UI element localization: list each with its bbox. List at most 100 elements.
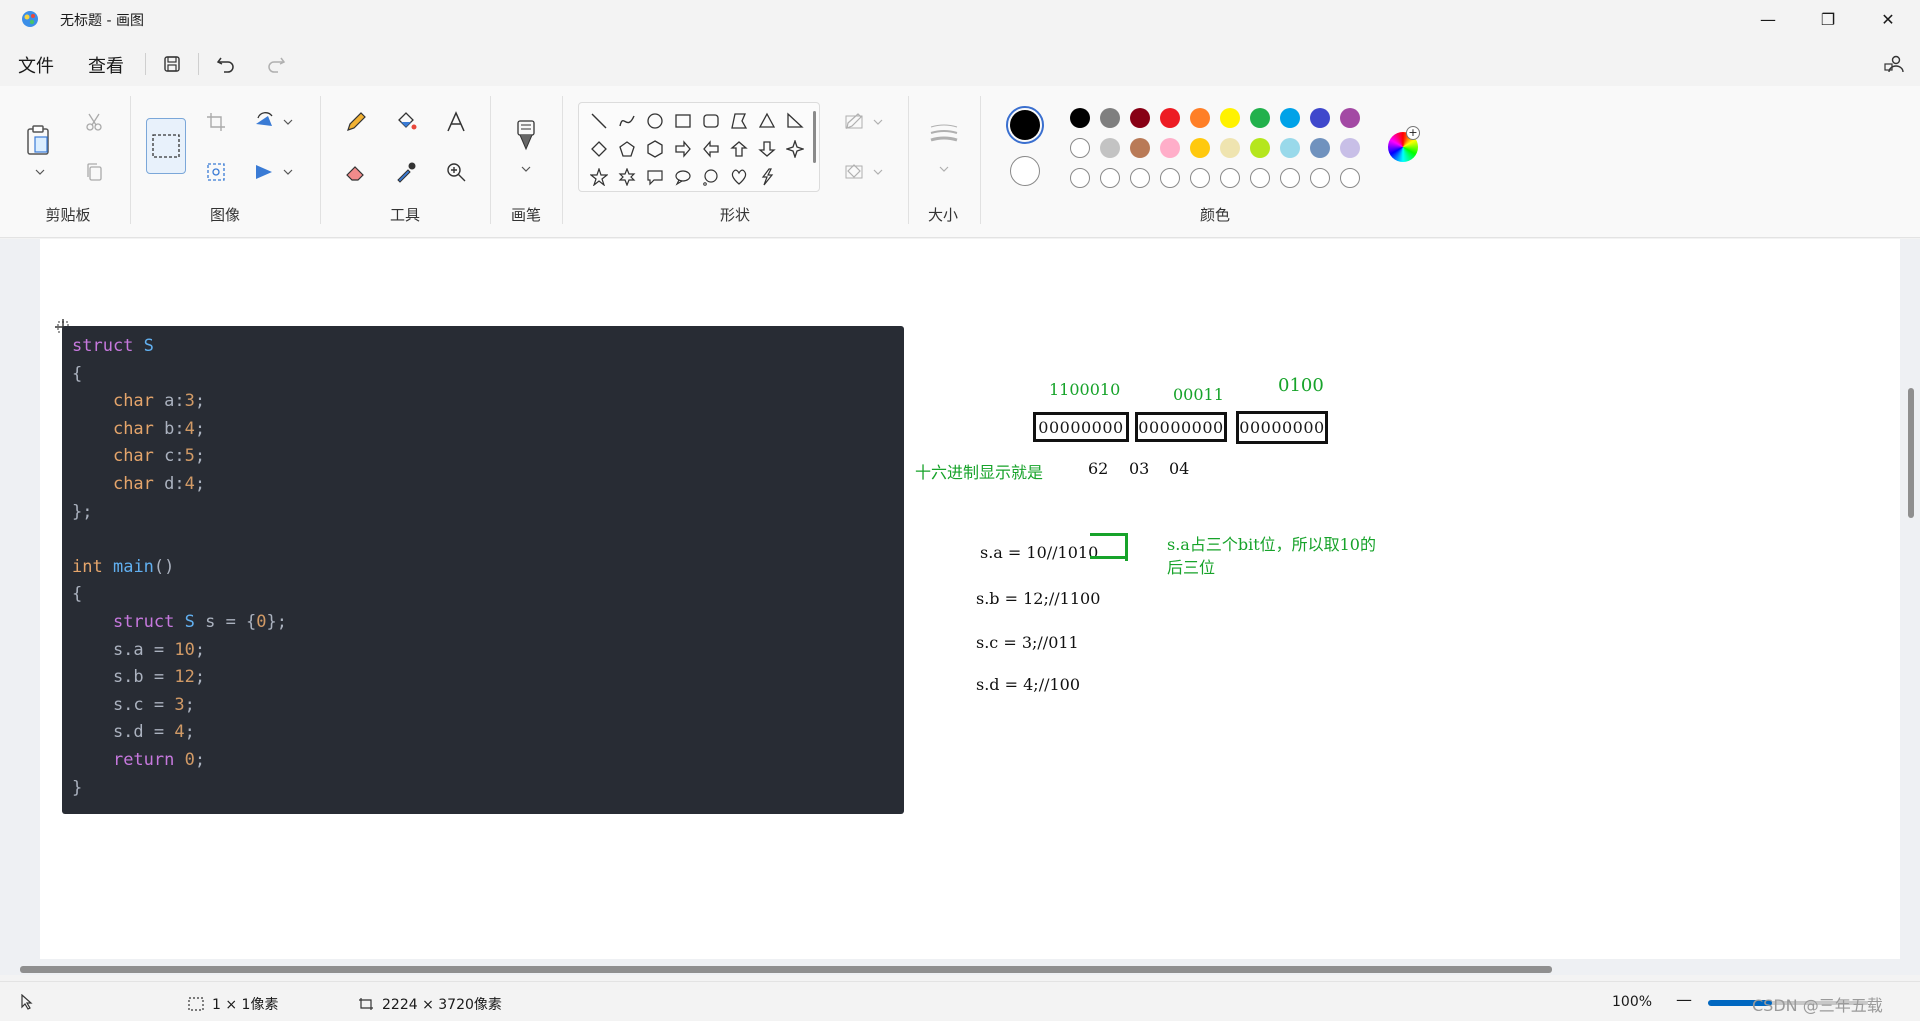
edit-colors-button[interactable]: + xyxy=(1388,126,1420,162)
image-select-button[interactable] xyxy=(200,156,232,188)
color-swatch[interactable] xyxy=(1130,108,1150,128)
custom-color-slot[interactable] xyxy=(1190,168,1210,188)
horizontal-scrollbar[interactable] xyxy=(20,966,1552,973)
shape-line[interactable] xyxy=(587,109,611,133)
select-button[interactable] xyxy=(146,118,186,174)
eraser-button[interactable] xyxy=(340,156,372,188)
cloud-callout-icon xyxy=(703,169,718,186)
custom-color-slot[interactable] xyxy=(1310,168,1330,188)
color-swatch[interactable] xyxy=(1070,108,1090,128)
color-swatch[interactable] xyxy=(1100,108,1120,128)
color-swatch[interactable] xyxy=(1310,138,1330,158)
shape-four-point-star[interactable] xyxy=(783,137,807,161)
shape-diamond[interactable] xyxy=(587,137,611,161)
shape-six-point-star[interactable] xyxy=(615,165,639,189)
menu-file[interactable]: 文件 xyxy=(18,52,54,78)
account-button[interactable] xyxy=(1880,50,1908,78)
color-swatch[interactable] xyxy=(1160,108,1180,128)
code-line: char c:5; xyxy=(72,446,205,466)
color-swatch[interactable] xyxy=(1070,138,1090,158)
color-swatch[interactable] xyxy=(1100,138,1120,158)
shape-rect-callout[interactable] xyxy=(643,165,667,189)
rotate-button[interactable] xyxy=(250,106,298,138)
brushes-button[interactable] xyxy=(510,116,542,156)
custom-color-slot[interactable] xyxy=(1160,168,1180,188)
text-button[interactable] xyxy=(440,106,472,138)
shape-triangle[interactable] xyxy=(755,109,779,133)
pencil-button[interactable] xyxy=(340,106,372,138)
color-swatch[interactable] xyxy=(1190,138,1210,158)
color-swatch[interactable] xyxy=(1280,138,1300,158)
custom-color-slot[interactable] xyxy=(1280,168,1300,188)
shape-up-arrow[interactable] xyxy=(727,137,751,161)
shape-lightning[interactable] xyxy=(755,165,779,189)
color-swatch[interactable] xyxy=(1220,138,1240,158)
magnifier-button[interactable] xyxy=(440,156,472,188)
close-button[interactable]: ✕ xyxy=(1860,0,1916,38)
shape-heart[interactable] xyxy=(727,165,751,189)
zoom-out-button[interactable]: — xyxy=(1676,990,1692,1009)
save-button[interactable] xyxy=(158,50,186,78)
color-swatch[interactable] xyxy=(1340,138,1360,158)
shape-fill-button[interactable] xyxy=(840,156,888,188)
undo-button[interactable] xyxy=(212,50,240,78)
shape-pentagon[interactable] xyxy=(615,137,639,161)
color-swatch[interactable] xyxy=(1250,108,1270,128)
restore-button[interactable]: ❐ xyxy=(1800,0,1856,38)
color-swatch[interactable] xyxy=(1340,108,1360,128)
outline-button[interactable] xyxy=(840,106,888,138)
menu-divider xyxy=(145,53,146,75)
crop-button[interactable] xyxy=(200,106,232,138)
shape-hexagon[interactable] xyxy=(643,137,667,161)
shape-polygon[interactable] xyxy=(727,109,751,133)
size-button[interactable] xyxy=(928,122,960,146)
color-swatch[interactable] xyxy=(1160,138,1180,158)
custom-color-slot[interactable] xyxy=(1070,168,1090,188)
vertical-scrollbar[interactable] xyxy=(1908,388,1914,518)
custom-color-slot[interactable] xyxy=(1250,168,1270,188)
shapes-scrollbar[interactable] xyxy=(813,111,816,163)
shape-oval[interactable] xyxy=(643,109,667,133)
code-token: s.c = xyxy=(72,694,175,715)
brushes-dropdown[interactable] xyxy=(510,160,542,178)
cut-button[interactable] xyxy=(78,106,110,138)
shape-rounded-rectangle[interactable] xyxy=(699,109,723,133)
color-swatch[interactable] xyxy=(1220,108,1240,128)
paste-dropdown[interactable] xyxy=(24,162,56,182)
color-2-selector[interactable] xyxy=(1010,156,1040,186)
shape-left-arrow[interactable] xyxy=(699,137,723,161)
color-swatch[interactable] xyxy=(1190,108,1210,128)
shape-rectangle[interactable] xyxy=(671,109,695,133)
shape-five-point-star[interactable] xyxy=(587,165,611,189)
minimize-icon: — xyxy=(1760,9,1776,29)
color-swatch[interactable] xyxy=(1250,138,1270,158)
custom-color-slot[interactable] xyxy=(1340,168,1360,188)
fill-button[interactable] xyxy=(390,106,422,138)
color-swatch[interactable] xyxy=(1130,138,1150,158)
bit-highlight-underline xyxy=(1090,556,1128,559)
color-1-selector[interactable] xyxy=(1006,106,1044,144)
shape-down-arrow[interactable] xyxy=(755,137,779,161)
paste-button[interactable] xyxy=(22,120,54,160)
size-dropdown[interactable] xyxy=(928,160,960,178)
copy-button[interactable] xyxy=(78,156,110,188)
minimize-button[interactable]: — xyxy=(1740,0,1796,38)
shape-curve[interactable] xyxy=(615,109,639,133)
shape-oval-callout[interactable] xyxy=(671,165,695,189)
custom-color-slot[interactable] xyxy=(1100,168,1120,188)
color-swatch[interactable] xyxy=(1310,108,1330,128)
code-token: S xyxy=(184,612,195,632)
shape-right-arrow[interactable] xyxy=(671,137,695,161)
shape-right-triangle[interactable] xyxy=(783,109,807,133)
oval-icon xyxy=(647,113,663,129)
eyedropper-icon xyxy=(397,162,416,183)
custom-color-slot[interactable] xyxy=(1220,168,1240,188)
color-picker-button[interactable] xyxy=(390,156,422,188)
flip-button[interactable] xyxy=(250,156,298,188)
color-swatch[interactable] xyxy=(1280,108,1300,128)
custom-color-slot[interactable] xyxy=(1130,168,1150,188)
shape-cloud-callout[interactable] xyxy=(699,165,723,189)
zoom-level[interactable]: 100% xyxy=(1612,994,1652,1010)
redo-button[interactable] xyxy=(262,50,290,78)
menu-view[interactable]: 查看 xyxy=(88,52,124,78)
